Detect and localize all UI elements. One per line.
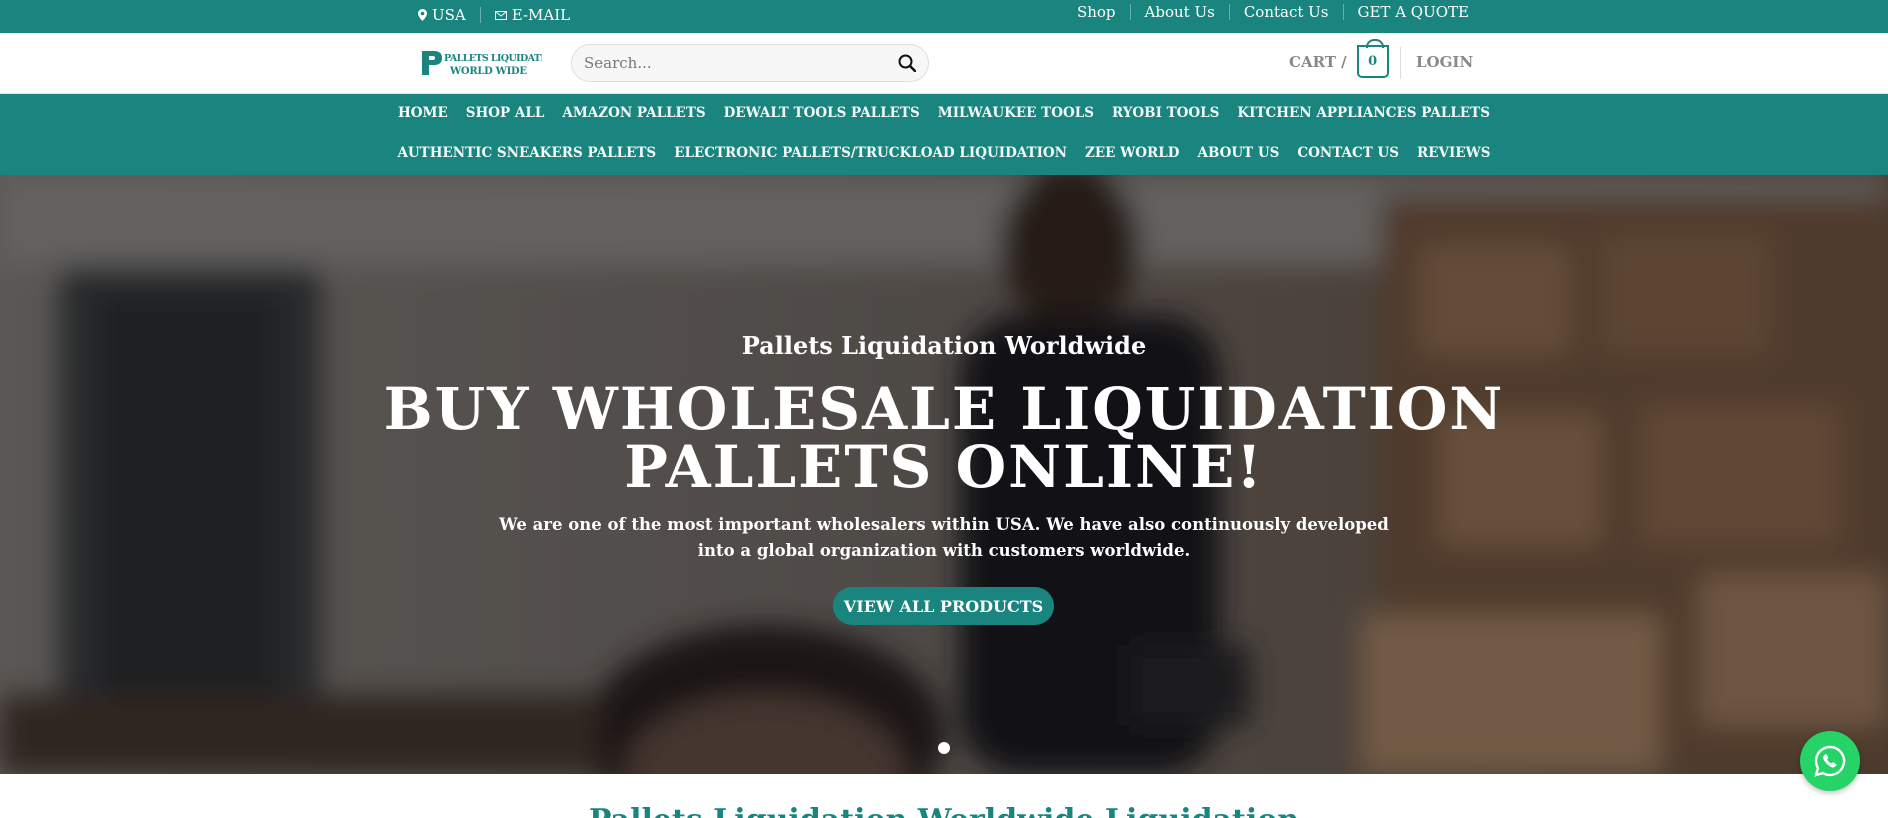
slider-dot[interactable] [938,742,950,754]
site-logo[interactable]: PALLETS LIQUIDATION WORLD WIDE [420,47,542,79]
nav-ryobi-tools[interactable]: RYOBI TOOLS [1112,105,1219,121]
hero-title-line: PALLETS ONLINE! [624,433,1264,501]
view-all-products-button[interactable]: VIEW ALL PRODUCTS [833,587,1054,625]
hero-slider: Pallets Liquidation Worldwide BUY WHOLES… [0,175,1888,774]
hero-description: We are one of the most important wholesa… [499,515,1389,560]
email-link[interactable]: E-MAIL [494,6,571,24]
hero-title: BUY WHOLESALE LIQUIDATION PALLETS ONLINE… [0,380,1888,496]
whatsapp-chat-button[interactable] [1800,731,1860,791]
hero-kicker: Pallets Liquidation Worldwide [741,331,1147,360]
email-label: E-MAIL [511,6,571,24]
nav-kitchen-appliances-pallets[interactable]: KITCHEN APPLIANCES PALLETS [1237,105,1490,121]
top-bar: USA E-MAIL Shop About Us Contact Us GET … [0,0,1888,33]
top-link-quote[interactable]: GET A QUOTE [1358,3,1470,21]
main-nav-row: HOME SHOP ALL AMAZON PALLETS DEWALT TOOL… [0,105,1888,121]
nav-amazon-pallets[interactable]: AMAZON PALLETS [562,105,705,121]
nav-about-us[interactable]: ABOUT US [1197,145,1279,161]
location-label: USA [432,6,466,24]
top-bar-links: Shop About Us Contact Us GET A QUOTE [1077,3,1469,21]
cart-button[interactable]: CART / 0 [1289,39,1389,78]
section-title: Pallets Liquidation Worldwide Liquidatio… [0,803,1888,818]
nav-shop-all[interactable]: SHOP ALL [466,105,545,121]
nav-reviews[interactable]: REVIEWS [1417,145,1491,161]
main-nav-row: AUTHENTIC SNEAKERS PALLETS ELECTRONIC PA… [0,145,1888,161]
divider [479,7,481,23]
nav-dewalt-tools-pallets[interactable]: DEWALT TOOLS PALLETS [724,105,920,121]
search-box [571,44,929,82]
top-link-contact[interactable]: Contact Us [1244,3,1329,21]
top-bar-contact: USA E-MAIL [418,6,570,24]
nav-authentic-sneakers-pallets[interactable]: AUTHENTIC SNEAKERS PALLETS [397,145,656,161]
search-icon[interactable] [898,54,916,72]
whatsapp-icon [1814,745,1846,777]
divider [1342,4,1344,20]
divider [1400,47,1401,79]
nav-contact-us[interactable]: CONTACT US [1297,145,1399,161]
nav-home[interactable]: HOME [398,105,448,121]
envelope-icon [494,10,507,20]
location-link[interactable]: USA [418,6,466,24]
nav-electronic-pallets[interactable]: ELECTRONIC PALLETS/TRUCKLOAD LIQUIDATION [674,145,1067,161]
top-link-shop[interactable]: Shop [1077,3,1116,21]
divider [1228,4,1230,20]
cart-label: CART / [1289,52,1347,71]
search-input[interactable] [584,54,898,72]
hero-title-line: BUY WHOLESALE LIQUIDATION [383,375,1505,443]
logo-text-top: PALLETS LIQUIDATION [444,53,542,64]
main-nav: HOME SHOP ALL AMAZON PALLETS DEWALT TOOL… [0,94,1888,175]
cart-count-badge: 0 [1356,39,1389,78]
logo-text-bottom: WORLD WIDE [449,66,527,77]
login-link[interactable]: LOGIN [1416,53,1473,71]
divider [1129,4,1131,20]
nav-milwaukee-tools[interactable]: MILWAUKEE TOOLS [938,105,1094,121]
map-pin-icon [418,9,427,21]
nav-zee-world[interactable]: ZEE WORLD [1085,145,1179,161]
top-link-about[interactable]: About Us [1145,3,1215,21]
site-header: PALLETS LIQUIDATION WORLD WIDE CART / 0 … [0,33,1888,94]
